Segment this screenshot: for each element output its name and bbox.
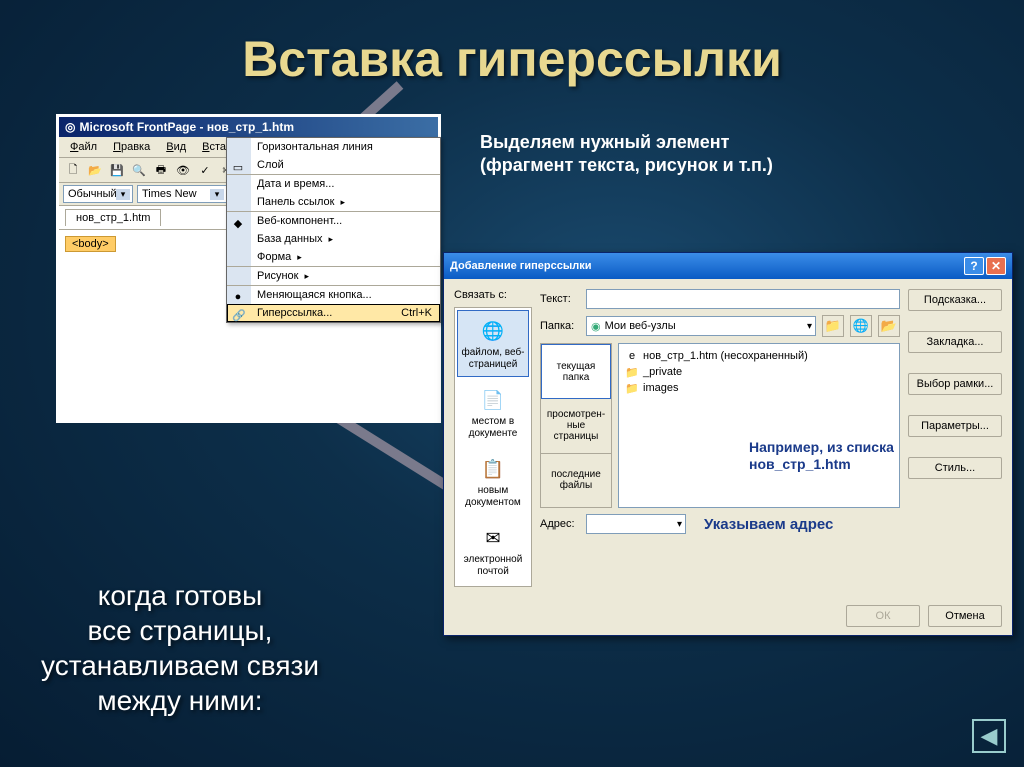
browse-web-icon[interactable]: 🌐 xyxy=(850,315,872,337)
callout-address: Указываем адрес xyxy=(704,516,833,533)
callout-example: Например, из списка нов_стр_1.htm xyxy=(749,439,894,473)
frontpage-window: ◎ Microsoft FrontPage - нов_стр_1.htm Фа… xyxy=(56,114,441,423)
menu-item[interactable]: Горизонтальная линия xyxy=(227,138,440,156)
link-type[interactable]: 📋новым документом xyxy=(457,448,529,515)
address-label: Адрес: xyxy=(540,518,580,530)
ok-button[interactable]: ОК xyxy=(846,605,920,627)
new-icon[interactable]: 🗋 xyxy=(63,160,83,180)
nav-previous-icon[interactable]: ◀ xyxy=(972,719,1006,753)
link-type[interactable]: 📄местом в документе xyxy=(457,379,529,446)
document-tab[interactable]: нов_стр_1.htm xyxy=(65,209,161,226)
menu-Вид[interactable]: Вид xyxy=(159,139,193,155)
file-item[interactable]: 📁images xyxy=(623,380,895,396)
dialog-title: Добавление гиперссылки xyxy=(450,260,591,272)
menu-Файл[interactable]: Файл xyxy=(63,139,104,155)
menu-Правка[interactable]: Правка xyxy=(106,139,157,155)
annotation-bottom: когда готовы все страницы, устанавливаем… xyxy=(0,578,360,718)
menu-item[interactable]: Слой▭ xyxy=(227,156,440,174)
folder-label: Папка: xyxy=(540,320,580,332)
text-input[interactable] xyxy=(586,289,900,309)
menu-item[interactable]: Панель ссылок xyxy=(227,193,440,211)
menu-item[interactable]: Дата и время... xyxy=(227,174,440,193)
body-tag[interactable]: <body> xyxy=(65,236,116,252)
menu-item[interactable]: Гиперссылка...Ctrl+K🔗 xyxy=(227,304,440,322)
insert-menu-dropdown[interactable]: Горизонтальная линияСлой▭Дата и время...… xyxy=(226,137,441,323)
close-button[interactable]: ✕ xyxy=(986,257,1006,275)
browse-tab[interactable]: последние файлы xyxy=(541,454,611,507)
address-input[interactable] xyxy=(586,514,686,534)
side-button[interactable]: Параметры... xyxy=(908,415,1002,437)
style-combo[interactable]: Обычный xyxy=(63,185,133,203)
spell-icon[interactable]: ✓ xyxy=(195,160,215,180)
browse-tab[interactable]: просмотрен-ные страницы xyxy=(541,399,611,453)
document-body[interactable]: <body> Горизонтальная линияСлой▭Дата и в… xyxy=(59,230,438,420)
side-button[interactable]: Стиль... xyxy=(908,457,1002,479)
link-type[interactable]: 🌐файлом, веб-страницей xyxy=(457,310,529,377)
file-list[interactable]: eнов_стр_1.htm (несохраненный)📁_private📁… xyxy=(618,343,900,508)
link-type[interactable]: ✉электронной почтой xyxy=(457,517,529,584)
frontpage-titlebar: ◎ Microsoft FrontPage - нов_стр_1.htm xyxy=(59,117,438,137)
file-item[interactable]: eнов_стр_1.htm (несохраненный) xyxy=(623,348,895,364)
hyperlink-dialog: Добавление гиперссылки ? ✕ Связать с: 🌐ф… xyxy=(443,252,1013,636)
frontpage-title: Microsoft FrontPage - нов_стр_1.htm xyxy=(79,120,294,134)
slide-title: Вставка гиперссылки xyxy=(0,0,1024,88)
open-icon[interactable]: 📂 xyxy=(85,160,105,180)
menu-item[interactable]: База данных xyxy=(227,230,440,248)
link-type-panel: 🌐файлом, веб-страницей📄местом в документ… xyxy=(454,307,532,587)
text-label: Текст: xyxy=(540,293,580,305)
preview-icon[interactable]: 👁 xyxy=(173,160,193,180)
help-button[interactable]: ? xyxy=(964,257,984,275)
side-button[interactable]: Выбор рамки... xyxy=(908,373,1002,395)
file-item[interactable]: 📁_private xyxy=(623,364,895,380)
browse-tab[interactable]: текущая папка xyxy=(541,344,611,399)
menu-item[interactable]: Форма xyxy=(227,248,440,266)
menu-item[interactable]: Рисунок xyxy=(227,266,440,285)
side-button[interactable]: Закладка... xyxy=(908,331,1002,353)
cancel-button[interactable]: Отмена xyxy=(928,605,1002,627)
print-icon[interactable]: 🖶 xyxy=(151,160,171,180)
link-with-label: Связать с: xyxy=(454,289,532,301)
save-icon[interactable]: 💾 xyxy=(107,160,127,180)
folder-combo[interactable]: ◉ Мои веб-узлы xyxy=(586,316,816,336)
menu-item[interactable]: Меняющаяся кнопка...● xyxy=(227,285,440,304)
up-folder-icon[interactable]: 📁 xyxy=(822,315,844,337)
font-combo[interactable]: Times New xyxy=(137,185,227,203)
browse-file-icon[interactable]: 📂 xyxy=(878,315,900,337)
web-icon: ◉ xyxy=(591,320,601,333)
search-icon[interactable]: 🔍 xyxy=(129,160,149,180)
frontpage-icon: ◎ xyxy=(65,120,75,134)
dialog-titlebar: Добавление гиперссылки ? ✕ xyxy=(444,253,1012,279)
browse-tabs[interactable]: текущая папкапросмотрен-ные страницыпосл… xyxy=(540,343,612,508)
hint-button[interactable]: Подсказка... xyxy=(908,289,1002,311)
menu-item[interactable]: Веб-компонент...◆ xyxy=(227,211,440,230)
annotation-select-element: Выделяем нужный элемент (фрагмент текста… xyxy=(480,131,773,178)
